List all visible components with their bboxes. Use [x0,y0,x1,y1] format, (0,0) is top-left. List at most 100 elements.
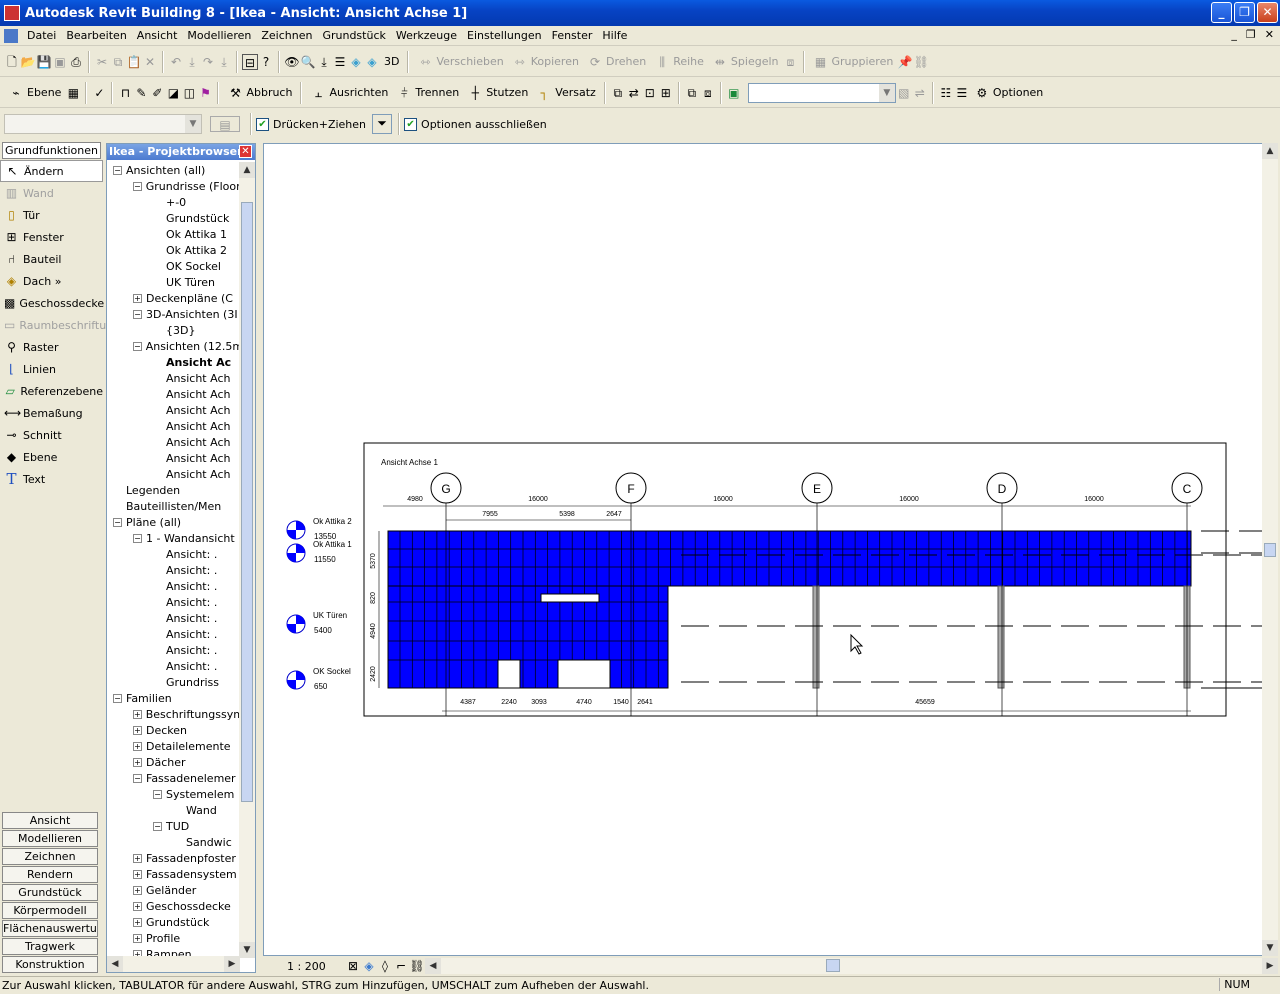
delete-icon[interactable]: ✕ [142,54,158,70]
render-landscape-icon[interactable]: ▣ [726,85,742,101]
paint-bucket-icon[interactable]: ◪ [165,85,181,101]
menu-zeichnen[interactable]: Zeichnen [256,29,317,42]
close-button[interactable]: ✕ [1257,2,1278,23]
tab-tragwerk[interactable]: Tragwerk [2,938,98,955]
tree-node[interactable]: Ansicht: . [107,546,240,562]
door-opening-2[interactable] [557,659,611,689]
tree-node[interactable]: Wand [107,802,240,818]
collapse-icon[interactable]: − [153,789,162,799]
upper-wall-band[interactable] [387,530,1192,587]
tree-node[interactable]: Legenden [107,482,240,498]
whats-this-help-icon[interactable]: ? [258,54,274,70]
tree-node[interactable]: Ansicht: . [107,610,240,626]
expand-icon[interactable]: + [133,869,142,879]
tree-node[interactable]: − Pläne (all) [107,514,240,530]
type-properties-icon[interactable]: ▧ [896,85,912,101]
expand-icon[interactable]: + [133,885,142,895]
detail-level-icon[interactable]: ⊠ [345,958,361,974]
tab-rendern[interactable]: Rendern [2,866,98,883]
element-properties-icon[interactable]: ▤ [210,116,240,132]
tool-door[interactable]: ▯ Tür [0,204,103,226]
shadow-icon[interactable]: ◊ [377,958,393,974]
tree-node[interactable]: − TUD [107,818,240,834]
tool-window[interactable]: ⊞ Fenster [0,226,103,248]
paint-icon[interactable]: ✐ [149,85,165,101]
menu-einstellungen[interactable]: Einstellungen [462,29,547,42]
paste-icon[interactable]: 📋 [126,54,142,70]
scroll-up-icon[interactable]: ▲ [239,162,255,178]
tree-node[interactable]: − Grundrisse (Floor [107,178,240,194]
array-button[interactable]: ⫼ Reihe [650,51,708,73]
tab-grundfunktionen[interactable]: Grundfunktionen [2,142,101,159]
tree-node[interactable]: + Dächer [107,754,240,770]
rotate-button[interactable]: ⟳ Drehen [583,51,650,73]
elevation-drawing[interactable]: Ansicht Achse 1 Ok Attika 213550Ok Attik… [264,144,1264,957]
browser-horizontal-scrollbar[interactable]: ◀ ▶ [107,956,240,972]
tree-node[interactable]: Ansicht: . [107,642,240,658]
tool-ref-plane[interactable]: ▱ Referenzebene [0,380,103,402]
scroll-down-icon[interactable]: ▼ [1262,940,1278,956]
model-graphics-icon[interactable]: ◈ [361,958,377,974]
tree-node[interactable]: Sandwic [107,834,240,850]
drawing-canvas[interactable]: Ansicht Achse 1 Ok Attika 2 13550 Ok Attik… [263,143,1263,956]
project-browser-toggle-icon[interactable]: ⊟ [242,53,258,70]
browser-scroll-thumb[interactable] [241,202,253,802]
collapse-icon[interactable]: − [113,165,122,175]
eyedropper-icon[interactable]: ✎ [133,85,149,101]
window-opening[interactable] [540,593,600,603]
dimension-icon[interactable]: ⊓ [117,85,133,101]
tree-node[interactable]: − Systemelem [107,786,240,802]
tree-node[interactable]: +-0 [107,194,240,210]
temporary-hide-icon[interactable]: ⛓ [409,958,425,974]
document-icon[interactable] [4,28,18,43]
redo-icon[interactable]: ↷ [200,54,216,70]
flag-icon[interactable]: ⚑ [197,85,213,101]
tool-room-tag[interactable]: ▭ Raumbeschriftu [0,314,106,336]
tool-section[interactable]: ⊸ Schnitt [0,424,103,446]
tree-node[interactable]: + Deckenpläne (C [107,290,240,306]
move-button[interactable]: ⇿ Verschieben [413,51,507,73]
column-e[interactable] [812,585,820,689]
copy-monitor-icon[interactable]: ⧉ [610,85,626,101]
collapse-icon[interactable]: − [133,181,142,191]
expand-icon[interactable]: + [133,741,142,751]
scroll-down-icon[interactable]: ▼ [239,942,255,958]
host-icon[interactable]: ⊡ [642,85,658,101]
tree-node[interactable]: Ansicht Ach [107,418,240,434]
tree-node[interactable]: Ansicht Ach [107,466,240,482]
tree-node[interactable]: + Beschriftungssym [107,706,240,722]
canvas-horizontal-scrollbar[interactable] [441,958,1262,974]
abort-button[interactable]: ⚒ Abbruch [223,82,296,104]
tag-icon[interactable]: ⊞ [658,85,674,101]
tree-node[interactable]: Ansicht Ac [107,354,240,370]
canvas-hscroll-thumb[interactable] [826,959,840,972]
cut-icon[interactable]: ✂ [94,54,110,70]
expand-icon[interactable]: + [133,933,142,943]
exclude-options-checkbox[interactable]: ✔ [404,117,418,131]
tree-node[interactable]: + Fassadenpfoster [107,850,240,866]
canvas-vertical-scrollbar[interactable]: ▲ ▼ [1262,143,1278,956]
element-type-combo[interactable]: ▼ [4,114,202,134]
tree-node[interactable]: −3D-Ansichten (3I [107,306,240,322]
tab-flaechenauswertung[interactable]: Flächenauswertung [2,920,98,937]
tree-node[interactable]: + Fassadensystem [107,866,240,882]
cube-icon[interactable]: ◈ [364,54,380,70]
filter-icon[interactable]: ⏷ [372,114,393,134]
options-button[interactable]: ⚙ Optionen [970,82,1047,104]
tree-node[interactable]: + Profile [107,930,240,946]
thin-lines-icon[interactable]: ☰ [332,54,348,70]
new-file-icon[interactable]: 🗋 [4,54,20,70]
copy-to-clipboard-icon[interactable]: ⧉ [684,85,700,101]
collapse-icon[interactable]: − [113,693,122,703]
tree-node[interactable]: + Geschossdecke [107,898,240,914]
expand-icon[interactable]: + [133,901,142,911]
tree-node[interactable]: −1 - Wandansicht [107,530,240,546]
tab-grundstueck[interactable]: Grundstück [2,884,98,901]
scroll-right-icon[interactable]: ▶ [1262,958,1278,974]
tool-dimension[interactable]: ⟷ Bemaßung [0,402,103,424]
shaded-cube-icon[interactable]: ◈ [348,54,364,70]
paste-aligned-icon[interactable]: ⧈ [700,85,716,101]
mdi-minimize-icon[interactable]: _ [1231,28,1237,41]
chevron-down-icon[interactable]: ▼ [185,115,201,133]
tree-node[interactable]: − Ansichten (all) [107,162,240,178]
